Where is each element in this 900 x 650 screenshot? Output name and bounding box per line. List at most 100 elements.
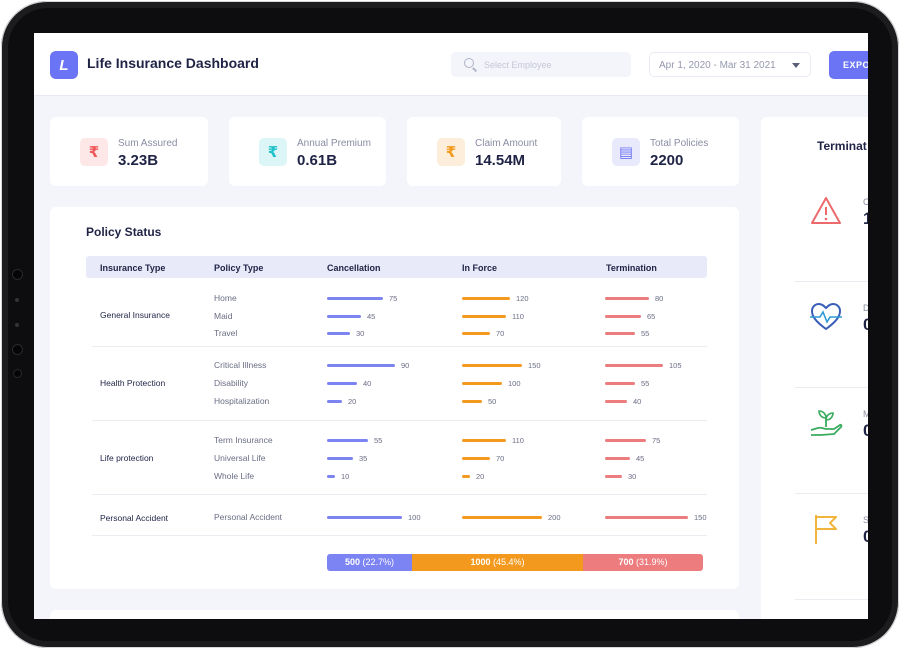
row-divider	[92, 346, 707, 347]
cancellation-bar	[327, 475, 335, 478]
rupee-icon: ₹	[80, 138, 108, 166]
cancellation-value: 35	[359, 454, 368, 463]
termination-label: D	[863, 303, 868, 313]
top-header: L Life Insurance Dashboard Apr 1, 2020 -…	[34, 33, 868, 96]
in-force-bar	[462, 297, 510, 300]
column-header: Policy Type	[214, 263, 264, 273]
in-force-bar	[462, 364, 522, 367]
next-card	[50, 610, 739, 619]
summary-segment: 500 (22.7%)	[327, 554, 412, 571]
in-force-value: 50	[488, 397, 497, 406]
kpi-label: Claim Amount	[475, 138, 538, 149]
termination-bar	[605, 439, 646, 442]
in-force-bar	[462, 457, 490, 460]
in-force-value: 70	[496, 329, 505, 338]
card-title: Terminat	[817, 139, 867, 153]
policy-type-label: Disability	[214, 378, 249, 388]
surrender-flag-icon	[809, 512, 843, 546]
employee-search-input[interactable]	[451, 52, 631, 77]
cancellation-value: 40	[363, 379, 372, 388]
policy-document-icon: ▤	[612, 138, 640, 166]
column-header: Insurance Type	[100, 263, 166, 273]
dashboard-screen: L Life Insurance Dashboard Apr 1, 2020 -…	[34, 33, 868, 619]
termination-value: 45	[636, 454, 645, 463]
in-force-value: 150	[528, 361, 541, 370]
column-header: Cancellation	[327, 263, 381, 273]
kpi-label: Annual Premium	[297, 138, 371, 149]
hand-plant-icon	[809, 406, 843, 440]
in-force-bar	[462, 332, 490, 335]
camera-lens	[12, 344, 23, 355]
in-force-value: 70	[496, 454, 505, 463]
in-force-bar	[462, 439, 506, 442]
export-button[interactable]: EXPO	[829, 51, 868, 79]
warning-icon	[809, 194, 843, 228]
column-header: Termination	[606, 263, 657, 273]
cancellation-bar	[327, 297, 383, 300]
insurance-type-label: General Insurance	[100, 310, 170, 320]
date-range-select[interactable]: Apr 1, 2020 - Mar 31 2021	[649, 52, 811, 77]
policy-type-label: Home	[214, 293, 237, 303]
cancellation-value: 20	[348, 397, 357, 406]
summary-value: 500	[344, 557, 363, 567]
termination-bar	[605, 475, 622, 478]
kpi-card[interactable]: ▤ Total Policies 2200	[582, 117, 739, 186]
cancellation-bar	[327, 332, 350, 335]
policy-type-label: Term Insurance	[214, 435, 273, 445]
termination-value: 150	[694, 513, 707, 522]
camera-lens	[13, 369, 22, 378]
cancellation-bar	[327, 457, 353, 460]
column-header: In Force	[462, 263, 498, 273]
kpi-card[interactable]: ₹ Sum Assured 3.23B	[50, 117, 208, 186]
cancellation-value: 90	[401, 361, 410, 370]
sensor-dot	[15, 323, 19, 327]
cancellation-bar	[327, 364, 395, 367]
termination-bar	[605, 516, 688, 519]
app-logo[interactable]: L	[50, 51, 78, 79]
cancellation-bar	[327, 439, 368, 442]
cancellation-value: 30	[356, 329, 365, 338]
termination-bar	[605, 332, 635, 335]
cancellation-value: 10	[341, 472, 350, 481]
in-force-value: 110	[512, 436, 524, 445]
kpi-value: 0.61B	[297, 152, 338, 169]
kpi-card[interactable]: ₹ Claim Amount 14.54M	[407, 117, 561, 186]
row-divider	[795, 281, 868, 282]
termination-bar	[605, 315, 641, 318]
cancellation-value: 100	[408, 513, 421, 522]
termination-value: 105	[669, 361, 682, 370]
in-force-bar	[462, 315, 506, 318]
termination-bar	[605, 364, 663, 367]
termination-value: 55	[641, 329, 650, 338]
policy-type-label: Hospitalization	[214, 396, 270, 406]
termination-value: 75	[652, 436, 661, 445]
termination-label: M	[863, 409, 868, 419]
termination-label: C	[863, 197, 868, 207]
summary-value: 1000	[470, 557, 493, 567]
in-force-value: 100	[508, 379, 521, 388]
card-title: Policy Status	[86, 225, 162, 239]
kpi-card[interactable]: ₹ Annual Premium 0.61B	[229, 117, 386, 186]
row-divider	[795, 493, 868, 494]
cancellation-bar	[327, 382, 357, 385]
in-force-bar	[462, 382, 502, 385]
kpi-value: 14.54M	[475, 152, 526, 169]
row-divider	[92, 494, 707, 495]
termination-value: 0	[863, 315, 868, 334]
kpi-label: Total Policies	[650, 138, 709, 149]
in-force-bar	[462, 516, 542, 519]
sensor-dot	[15, 298, 19, 302]
row-divider	[92, 535, 707, 536]
table-header: Insurance Type Policy Type Cancellation …	[86, 256, 707, 278]
termination-label: S	[863, 515, 868, 525]
camera-lens	[12, 269, 23, 280]
insurance-type-label: Life protection	[100, 453, 154, 463]
termination-value: 1	[863, 209, 868, 228]
termination-value: 0	[863, 421, 868, 440]
heart-pulse-icon	[809, 300, 843, 334]
termination-value: 80	[655, 294, 664, 303]
in-force-bar	[462, 475, 470, 478]
date-range-value: Apr 1, 2020 - Mar 31 2021	[659, 60, 776, 71]
summary-percent: (31.9%)	[636, 557, 668, 567]
summary-percent: (45.4%)	[493, 557, 525, 567]
